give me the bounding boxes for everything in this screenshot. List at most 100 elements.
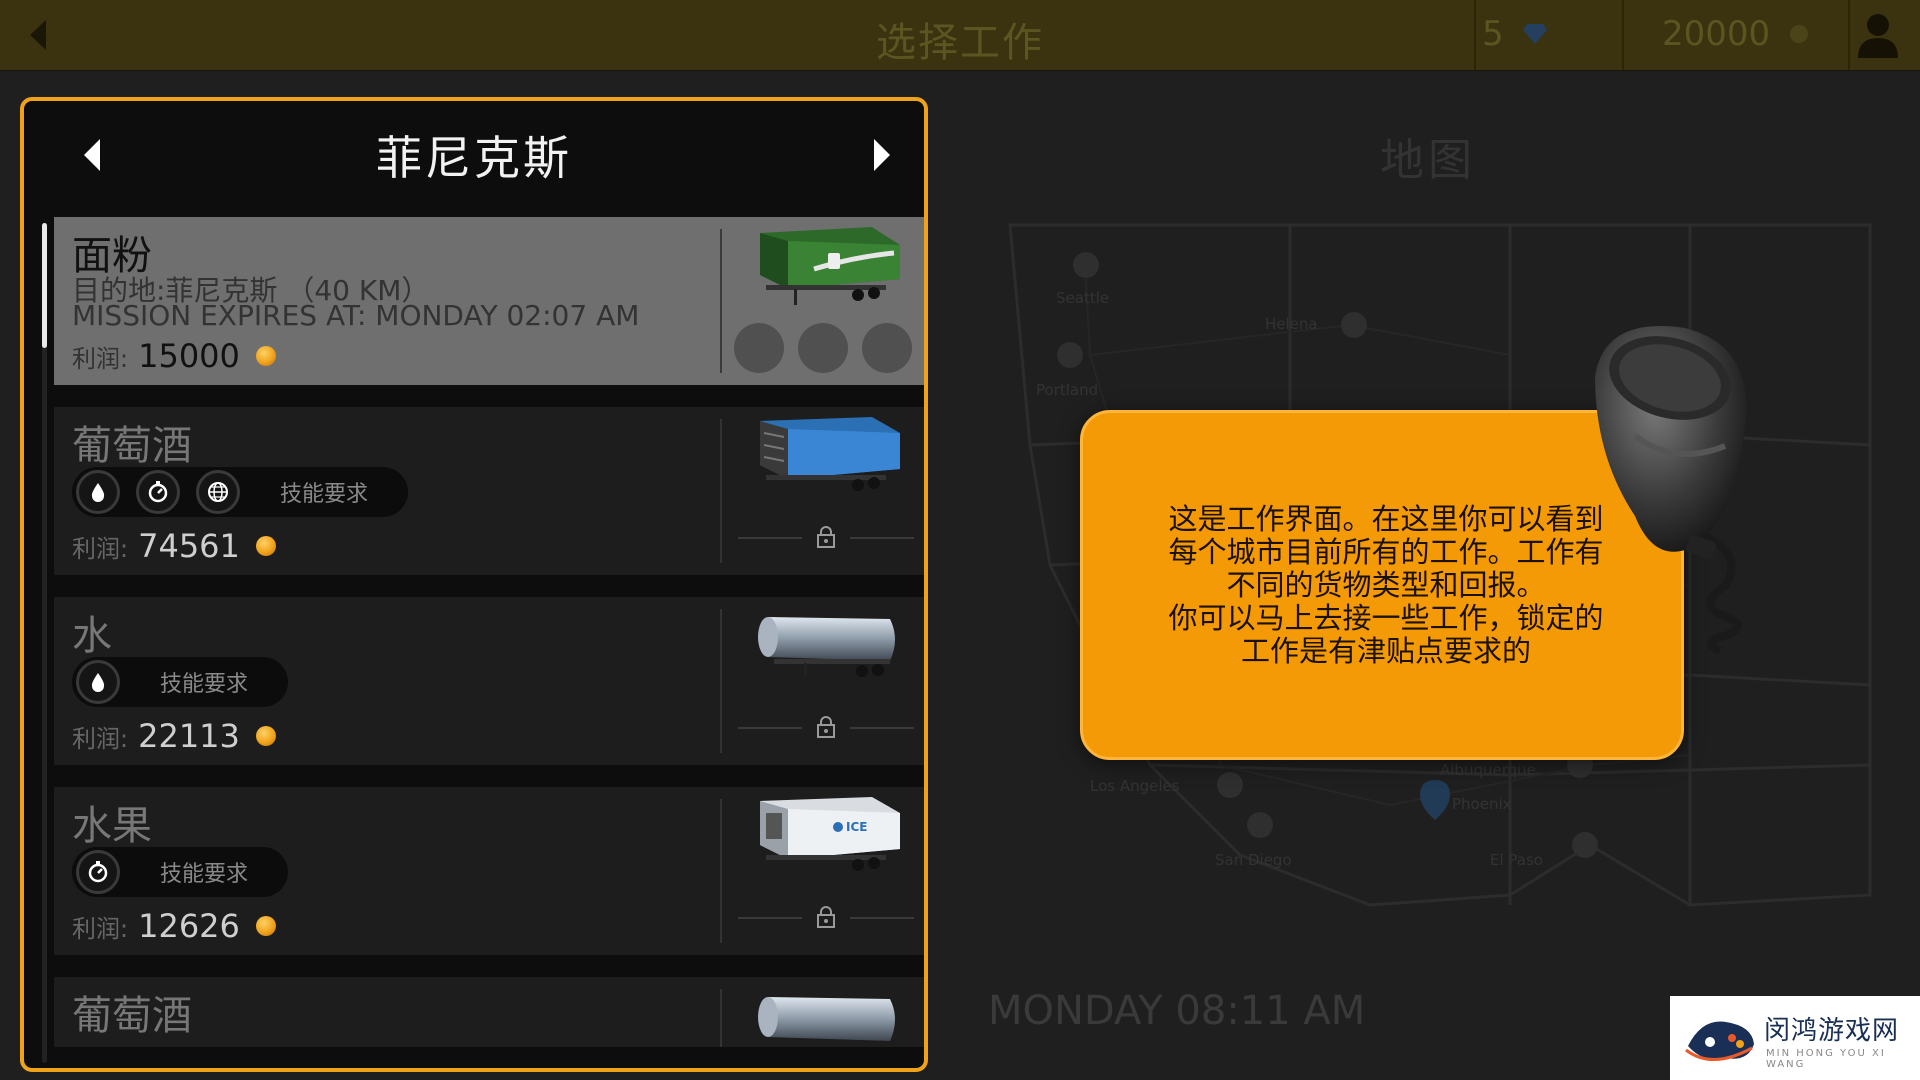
skill-requirements: 技能要求 — [72, 467, 409, 517]
divider — [720, 989, 722, 1047]
tanker-trailer-icon — [758, 617, 895, 677]
job-item-fruit[interactable]: 水果 技能要求 利润: 12626 ICE — [54, 787, 924, 955]
job-profit: 利润: 15000 — [72, 337, 276, 375]
user-icon — [1858, 14, 1898, 58]
svg-text:Los Angeles: Los Angeles — [1090, 777, 1180, 795]
locked-indicator — [738, 715, 914, 741]
coin-icon — [1790, 25, 1809, 43]
divider — [1622, 0, 1624, 70]
svg-text:Portland: Portland — [1036, 381, 1098, 399]
page-title: 选择工作 — [876, 20, 1044, 66]
coin-icon — [255, 536, 276, 556]
stopwatch-icon — [76, 850, 120, 894]
profit-value: 15000 — [138, 337, 240, 375]
skill-requirements: 技能要求 — [72, 847, 289, 897]
lock-icon — [817, 716, 835, 738]
job-item-wine-2[interactable]: 葡萄酒 — [54, 977, 924, 1047]
coin-icon — [255, 726, 276, 746]
skills-label: 技能要求 — [280, 482, 369, 507]
blue-curtain-trailer-icon — [760, 417, 900, 491]
skills-label: 技能要求 — [160, 672, 249, 697]
back-arrow-icon — [30, 20, 46, 50]
job-profit: 利润: 74561 — [72, 527, 276, 565]
lock-icon — [817, 906, 835, 928]
city-selector: 菲尼克斯 — [24, 101, 924, 209]
job-item-flour[interactable]: 面粉 目的地:菲尼克斯 （40 KM） MISSION EXPIRES AT: … — [54, 217, 924, 385]
svg-text:Phoenix: Phoenix — [1452, 795, 1512, 813]
job-cargo-name: 葡萄酒 — [72, 423, 192, 469]
locked-indicator — [738, 905, 914, 931]
skill-requirements: 技能要求 — [72, 657, 289, 707]
lock-icon — [817, 526, 835, 548]
city-name: 菲尼克斯 — [376, 131, 572, 185]
watermark-subtitle: MIN HONG YOU XI WANG — [1766, 1048, 1886, 1070]
triangle-left-icon — [84, 139, 100, 171]
next-city-button[interactable] — [862, 131, 902, 179]
profit-label: 利润: — [72, 915, 129, 943]
scroll-thumb[interactable] — [42, 223, 47, 348]
profit-label: 利润: — [72, 345, 129, 373]
job-profit: 利润: 12626 — [72, 907, 276, 945]
job-item-wine[interactable]: 葡萄酒 技能要求 利润: 74561 — [54, 407, 924, 575]
divider — [720, 799, 722, 943]
tutorial-line: 你可以马上去接一些工作，锁定的 — [1168, 601, 1604, 635]
profit-value: 74561 — [138, 527, 240, 565]
tutorial-text: 这是工作界面。在这里你可以看到 每个城市目前所有的工作。工作有 不同的货物类型和… — [1131, 503, 1641, 668]
green-box-trailer-icon — [760, 227, 900, 305]
gamepad-logo-icon — [1685, 1021, 1754, 1061]
locked-indicator — [738, 525, 914, 551]
watermark-title: 闵鸿游戏网 — [1764, 1016, 1900, 1046]
svg-text:San Diego: San Diego — [1215, 851, 1292, 869]
divider — [720, 229, 722, 373]
empty-slot — [734, 323, 784, 373]
job-expiry: MISSION EXPIRES AT: MONDAY 02:07 AM — [72, 299, 640, 332]
job-profit: 利润: 22113 — [72, 717, 276, 755]
svg-text:ICE: ICE — [846, 820, 867, 834]
tanker-trailer-icon — [758, 997, 895, 1041]
profile-button[interactable] — [1850, 10, 1906, 60]
stopwatch-icon — [136, 470, 180, 514]
svg-text:Seattle: Seattle — [1056, 289, 1109, 307]
water-drop-icon — [76, 660, 120, 704]
job-item-water[interactable]: 水 技能要求 利润: 22113 — [54, 597, 924, 765]
coins-counter: 20000 — [1662, 14, 1810, 54]
tutorial-line: 工作是有津贴点要求的 — [1240, 634, 1531, 668]
prev-city-button[interactable] — [72, 131, 112, 179]
empty-slot — [862, 323, 912, 373]
svg-text:Helena: Helena — [1265, 315, 1318, 333]
tutorial-line: 每个城市目前所有的工作。工作有 — [1168, 535, 1604, 569]
job-cargo-name: 葡萄酒 — [72, 993, 192, 1039]
top-bar: 选择工作 5 20000 — [0, 0, 1920, 71]
scroll-track[interactable] — [42, 223, 47, 1063]
triangle-right-icon — [874, 139, 890, 171]
game-time: MONDAY 08:11 AM — [988, 988, 1366, 1034]
svg-text:Albuquerque: Albuquerque — [1440, 761, 1536, 779]
skill-slots — [734, 323, 912, 373]
back-button[interactable] — [20, 17, 56, 53]
profit-value: 22113 — [138, 717, 240, 755]
gem-icon — [1522, 24, 1547, 44]
svg-text:El Paso: El Paso — [1490, 851, 1543, 869]
job-cargo-name: 水果 — [72, 803, 152, 849]
skills-label: 技能要求 — [160, 862, 249, 887]
map-title: 地图 — [1380, 135, 1476, 186]
divider — [720, 609, 722, 753]
empty-slot — [798, 323, 848, 373]
globe-icon — [196, 470, 240, 514]
coin-icon — [255, 916, 276, 936]
gems-value: 5 — [1482, 14, 1504, 54]
reefer-trailer-icon: ICE — [760, 797, 900, 871]
divider — [1474, 0, 1476, 70]
cb-microphone-icon — [1595, 326, 1747, 655]
profit-label: 利润: — [72, 725, 129, 753]
coins-value: 20000 — [1662, 14, 1771, 54]
coin-icon — [255, 346, 276, 366]
profit-value: 12626 — [138, 907, 240, 945]
tutorial-line: 不同的货物类型和回报。 — [1226, 568, 1546, 602]
profit-label: 利润: — [72, 535, 129, 563]
water-drop-icon — [76, 470, 120, 514]
gems-counter: 5 — [1482, 14, 1548, 54]
watermark-logo: 闵鸿游戏网 MIN HONG YOU XI WANG — [1670, 996, 1920, 1080]
tutorial-line: 这是工作界面。在这里你可以看到 — [1168, 502, 1604, 536]
divider — [720, 419, 722, 563]
